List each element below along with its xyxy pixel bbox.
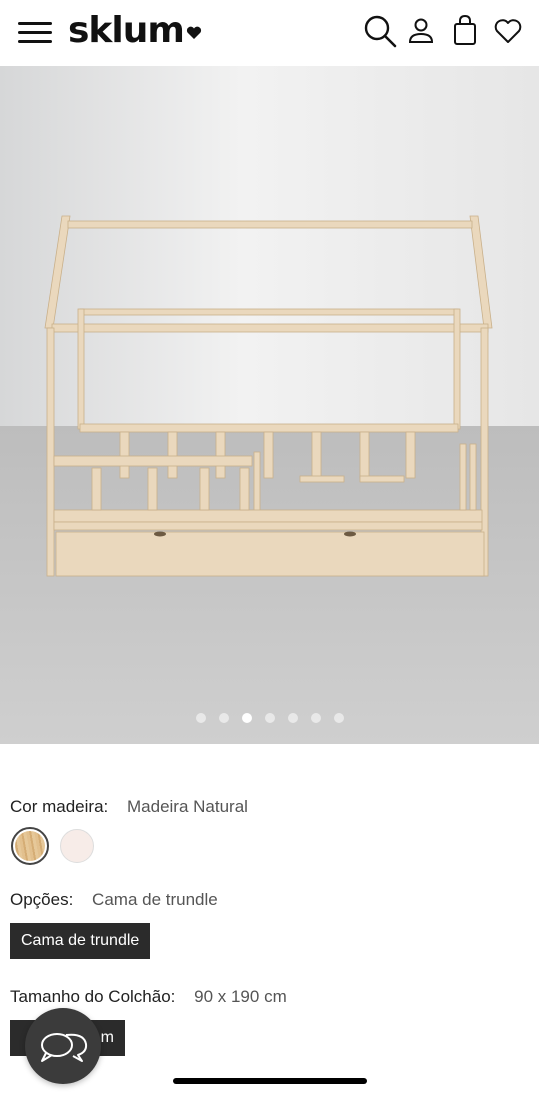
wood-color-row: Cor madeira: Madeira Natural (10, 797, 248, 817)
carousel-dot[interactable] (333, 713, 344, 723)
options-label: Opções: (10, 890, 74, 909)
swatch-natural-wood[interactable] (11, 827, 49, 865)
wood-color-value: Madeira Natural (127, 797, 248, 816)
header: sklum (0, 0, 539, 66)
cart-icon[interactable] (451, 14, 479, 46)
carousel-dot[interactable] (287, 713, 298, 723)
account-icon[interactable] (406, 16, 436, 46)
menu-icon[interactable] (18, 20, 52, 44)
mattress-size-value: 90 x 190 cm (194, 987, 287, 1006)
carousel-dot-active[interactable] (241, 713, 252, 723)
bed-photo (0, 66, 539, 744)
wishlist-icon[interactable] (494, 18, 522, 44)
swatch-white[interactable] (60, 829, 94, 863)
option-chip-label: Cama de trundle (21, 932, 140, 949)
chat-button[interactable] (25, 1008, 101, 1084)
home-indicator (173, 1078, 367, 1084)
carousel-dot[interactable] (218, 713, 229, 723)
mattress-size-row: Tamanho do Colchão: 90 x 190 cm (10, 987, 287, 1007)
mattress-size-chip-label: m (100, 1029, 114, 1046)
carousel-dot[interactable] (310, 713, 321, 723)
wood-color-label: Cor madeira: (10, 797, 109, 816)
search-icon[interactable] (362, 14, 398, 50)
logo[interactable]: sklum (68, 10, 185, 51)
chat-icon (41, 1033, 88, 1062)
options-value: Cama de trundle (92, 890, 218, 909)
carousel-dots (0, 713, 539, 725)
heart-logo-icon (186, 26, 202, 39)
carousel-dot[interactable] (195, 713, 206, 723)
product-image[interactable] (0, 66, 539, 744)
mattress-size-label: Tamanho do Colchão: (10, 987, 176, 1006)
carousel-dot[interactable] (264, 713, 275, 723)
option-chip-trundle[interactable]: Cama de trundle (10, 923, 151, 959)
options-row: Opções: Cama de trundle (10, 890, 218, 910)
